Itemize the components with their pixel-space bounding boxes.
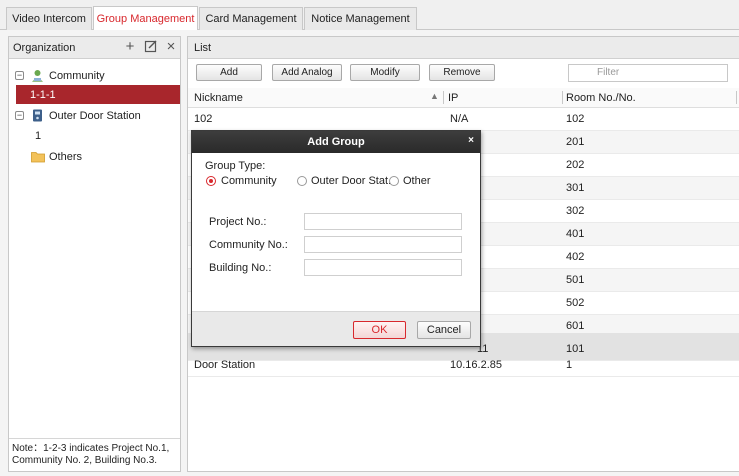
column-nickname[interactable]: Nickname (194, 92, 243, 104)
tree-item-outer-door-station[interactable]: − Outer Door Station (9, 106, 180, 125)
group-type-label: Group Type: (205, 160, 266, 172)
community-icon (31, 69, 44, 82)
cell-nickname: Door Station (194, 359, 256, 371)
organization-panel: Organization + × − Community 1-1-1 − Out… (8, 36, 181, 472)
building-no-input[interactable] (304, 259, 462, 276)
table-row[interactable]: Door Station 10.16.2.85 1 (188, 354, 739, 377)
column-ip[interactable]: IP (448, 92, 458, 104)
cell-room: 601 (566, 320, 585, 332)
cell-room: 501 (566, 274, 585, 286)
edit-icon[interactable] (143, 39, 159, 55)
table-header: Nickname ▲ IP Room No./No. (188, 88, 739, 108)
tree-item-1[interactable]: 1 (9, 126, 180, 145)
community-no-label: Community No.: (209, 239, 288, 251)
radio-other[interactable] (389, 176, 399, 186)
add-icon[interactable]: + (122, 39, 138, 55)
dialog-title: Add Group (307, 136, 365, 148)
radio-outer-door-station[interactable] (297, 176, 307, 186)
radio-outer-door-station-label[interactable]: Outer Door Stat... (311, 175, 397, 187)
column-divider[interactable] (443, 91, 444, 104)
organization-header: Organization + × (9, 37, 180, 59)
dialog-footer: OK Cancel (192, 311, 480, 346)
cell-room: 401 (566, 228, 585, 240)
cell-room: 502 (566, 297, 585, 309)
tab-card-management[interactable]: Card Management (199, 7, 303, 30)
community-no-input[interactable] (304, 236, 462, 253)
column-divider[interactable] (562, 91, 563, 104)
tree-item-label: Others (49, 151, 83, 163)
cell-room: 1 (566, 359, 573, 371)
close-icon[interactable]: × (468, 135, 474, 146)
remove-button[interactable]: Remove (429, 64, 495, 81)
tree-item-1-1-1[interactable]: 1-1-1 (16, 85, 180, 104)
column-room[interactable]: Room No./No. (566, 92, 636, 104)
add-button[interactable]: Add (196, 64, 262, 81)
tab-notice-management[interactable]: Notice Management (304, 7, 417, 30)
cell-nickname: 102 (194, 113, 213, 125)
building-no-label: Building No.: (209, 262, 272, 274)
tab-video-intercom[interactable]: Video Intercom (6, 7, 92, 30)
radio-community-label[interactable]: Community (221, 175, 277, 187)
note-text: Note：1-2-3 indicates Project No.1, Commu… (12, 443, 170, 466)
note-divider (9, 438, 180, 439)
project-no-label: Project No.: (209, 216, 267, 228)
modify-button[interactable]: Modify (350, 64, 420, 81)
tree-item-label: Community (49, 70, 105, 82)
ok-button[interactable]: OK (353, 321, 406, 339)
cell-ip: 10.16.2.85 (450, 359, 502, 371)
cell-room: 201 (566, 136, 585, 148)
radio-other-label[interactable]: Other (403, 175, 431, 187)
delete-icon[interactable]: × (163, 39, 179, 55)
top-tab-bar: Video Intercom Group Management Card Man… (0, 0, 739, 30)
sort-ascending-icon[interactable]: ▲ (430, 91, 439, 101)
tree-item-community[interactable]: − Community (9, 66, 180, 85)
folder-icon (31, 150, 45, 163)
organization-title: Organization (13, 41, 76, 54)
add-analog-button[interactable]: Add Analog (272, 64, 342, 81)
cancel-button[interactable]: Cancel (417, 321, 471, 339)
table-row[interactable]: 102 N/A 102 (188, 108, 739, 131)
cell-ip: N/A (450, 113, 469, 125)
door-station-icon (31, 109, 44, 122)
collapse-icon[interactable]: − (15, 71, 24, 80)
tree-item-label: 1 (35, 130, 42, 142)
list-title: List (194, 41, 212, 54)
tree-item-label: 1-1-1 (30, 89, 56, 101)
tree-item-label: Outer Door Station (49, 110, 141, 122)
collapse-icon[interactable]: − (15, 111, 24, 120)
radio-community[interactable] (206, 176, 216, 186)
project-no-input[interactable] (304, 213, 462, 230)
column-divider[interactable] (736, 91, 737, 104)
cell-room: 402 (566, 251, 585, 263)
list-header: List (188, 37, 739, 59)
filter-input[interactable]: Filter (568, 64, 728, 82)
cell-room: 301 (566, 182, 585, 194)
cell-room: 202 (566, 159, 585, 171)
cell-room: 302 (566, 205, 585, 217)
dialog-title-bar: Add Group × (192, 131, 480, 153)
tab-group-management[interactable]: Group Management (93, 6, 198, 30)
tree-item-others[interactable]: Others (9, 147, 180, 166)
add-group-dialog: Add Group × Group Type: Community Outer … (191, 130, 481, 347)
cell-room: 102 (566, 113, 585, 125)
